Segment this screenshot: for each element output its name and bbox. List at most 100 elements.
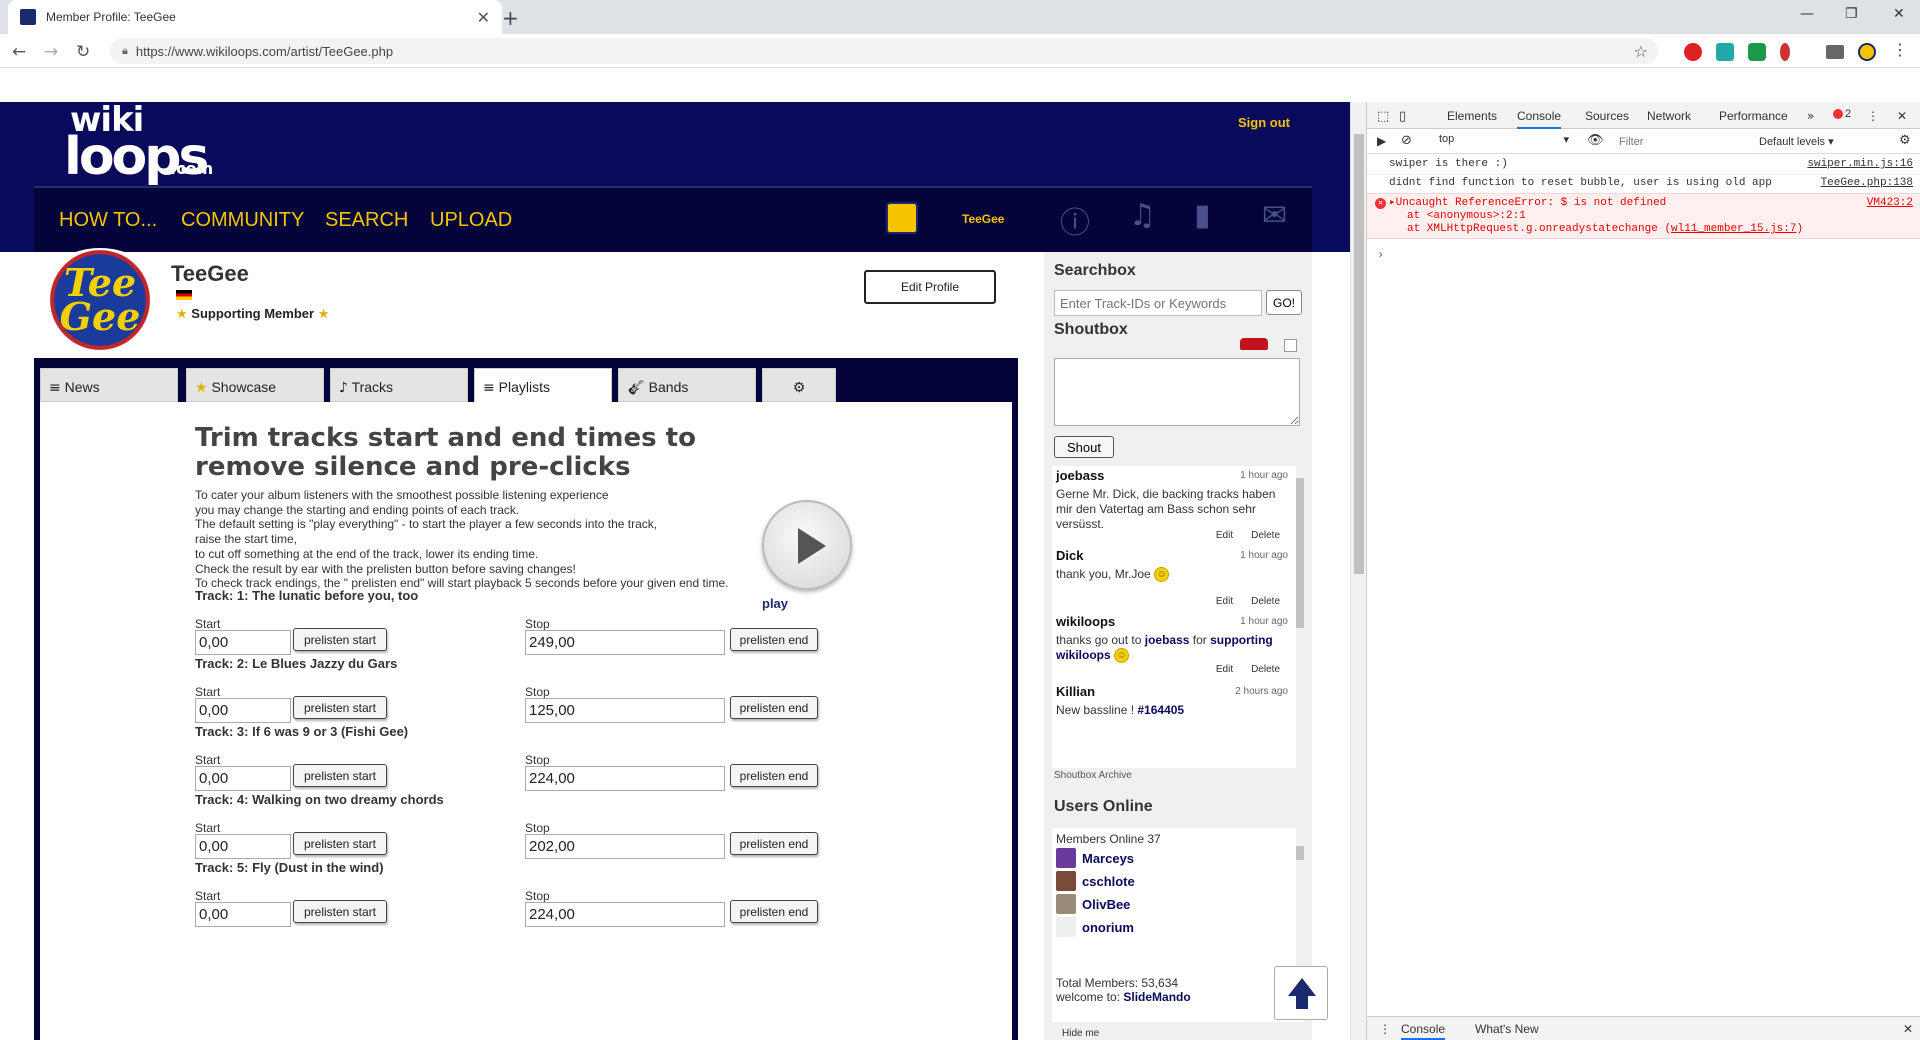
start-time-input[interactable] — [195, 698, 291, 723]
console-prompt[interactable]: › — [1377, 248, 1384, 262]
tab-console[interactable]: Console — [1517, 109, 1562, 129]
shout-textarea[interactable] — [1054, 358, 1300, 426]
prelisten-end-button[interactable]: prelisten end — [730, 764, 818, 787]
prelisten-start-button[interactable]: prelisten start — [293, 628, 387, 651]
tab-news[interactable]: ≡ News — [40, 368, 178, 402]
play-button[interactable] — [762, 500, 852, 590]
more-tabs-icon[interactable]: » — [1807, 109, 1814, 123]
tab-network[interactable]: Network — [1647, 109, 1691, 123]
mail-icon[interactable]: ✉ — [1262, 198, 1287, 233]
profile-avatar-icon[interactable] — [1858, 43, 1876, 61]
prelisten-end-button[interactable]: prelisten end — [730, 900, 818, 923]
scroll-to-top-button[interactable] — [1274, 966, 1328, 1020]
tab-sources[interactable]: Sources — [1585, 109, 1629, 123]
prelisten-start-button[interactable]: prelisten start — [293, 900, 387, 923]
prelisten-end-button[interactable]: prelisten end — [730, 832, 818, 855]
shout-mention[interactable]: joebass — [1145, 633, 1190, 647]
console-filter-input[interactable] — [1617, 133, 1747, 151]
minimize-icon[interactable]: — — [1800, 6, 1814, 22]
browser-tab[interactable]: Member Profile: TeeGee ✕ — [8, 0, 502, 34]
start-time-input[interactable] — [195, 766, 291, 791]
shout-edit-link[interactable]: Edit — [1216, 530, 1233, 541]
adblock-extension-icon[interactable] — [1684, 43, 1702, 61]
online-user[interactable]: cschlote — [1056, 871, 1135, 891]
prelisten-start-button[interactable]: prelisten start — [293, 832, 387, 855]
error-count-badge[interactable]: 2 — [1833, 108, 1851, 120]
sofa-icon[interactable] — [1240, 338, 1268, 350]
cast-icon[interactable] — [1826, 45, 1844, 59]
stack-source-link[interactable]: wl11_member_15.js:7 — [1671, 223, 1796, 235]
sidebar-toggle-icon[interactable]: ▶ — [1377, 134, 1386, 148]
nav-search[interactable]: SEARCH — [325, 209, 408, 232]
window-close-icon[interactable]: ✕ — [1893, 6, 1905, 22]
bookmark-icon[interactable]: ▮ — [1194, 198, 1211, 233]
address-bar[interactable]: 🔒︎ https://www.wikiloops.com/artist/TeeG… — [110, 38, 1658, 64]
clear-console-icon[interactable]: ⊘ — [1401, 133, 1412, 148]
nav-upload[interactable]: UPLOAD — [430, 209, 512, 232]
sign-out-link[interactable]: Sign out — [1238, 115, 1290, 130]
online-user[interactable]: onorium — [1056, 917, 1134, 937]
info-icon[interactable]: ⓘ — [1060, 198, 1090, 242]
reload-icon[interactable]: ↻ — [76, 42, 90, 62]
bookmark-star-icon[interactable]: ☆ — [1634, 42, 1648, 61]
forward-icon[interactable]: → — [44, 42, 58, 62]
track-link[interactable]: #164405 — [1137, 703, 1184, 717]
shout-delete-link[interactable]: Delete — [1251, 596, 1280, 607]
log-source-link[interactable]: TeeGee.php:138 — [1821, 177, 1913, 190]
devtools-close-icon[interactable]: ✕ — [1897, 109, 1907, 123]
log-levels-dropdown[interactable]: Default levels ▾ — [1759, 135, 1834, 148]
new-tab-icon[interactable]: + — [502, 6, 519, 30]
edit-profile-button[interactable]: Edit Profile — [864, 270, 996, 304]
welcome-user-link[interactable]: SlideMando — [1123, 990, 1190, 1004]
shout-delete-link[interactable]: Delete — [1251, 530, 1280, 541]
stop-time-input[interactable] — [525, 698, 725, 723]
error-message[interactable]: ▸Uncaught ReferenceError: $ is not defin… — [1389, 197, 1920, 210]
tab-close-icon[interactable]: ✕ — [477, 8, 490, 27]
console-settings-icon[interactable]: ⚙ — [1899, 133, 1911, 148]
shoutbox-archive-link[interactable]: Shoutbox Archive — [1054, 770, 1132, 781]
nav-howto[interactable]: HOW TO... — [59, 209, 157, 232]
music-note-icon[interactable]: ♫ — [1129, 198, 1156, 233]
wikiloops-logo[interactable]: wiki loops .com — [64, 103, 213, 183]
restore-icon[interactable]: ❐ — [1845, 6, 1858, 22]
scrollbar-thumb[interactable] — [1296, 478, 1304, 628]
tab-elements[interactable]: Elements — [1447, 109, 1497, 123]
shout-button[interactable]: Shout — [1054, 436, 1114, 458]
start-time-input[interactable] — [195, 834, 291, 859]
drawer-tab-console[interactable]: Console — [1401, 1022, 1446, 1040]
search-input[interactable] — [1054, 290, 1262, 316]
shield-extension-icon[interactable] — [1748, 43, 1766, 61]
eye-icon[interactable]: 👁︎ — [1587, 133, 1604, 148]
shout-edit-link[interactable]: Edit — [1216, 664, 1233, 675]
tab-playlists[interactable]: ≡ Playlists — [474, 368, 612, 402]
online-user[interactable]: Marceys — [1056, 848, 1134, 868]
prelisten-end-button[interactable]: prelisten end — [730, 696, 818, 719]
extension-icon[interactable] — [1780, 43, 1790, 61]
stop-time-input[interactable] — [525, 630, 725, 655]
scrollbar-thumb[interactable] — [1296, 846, 1304, 860]
shout-delete-link[interactable]: Delete — [1251, 664, 1280, 675]
shout-list[interactable]: joebass 1 hour ago Gerne Mr. Dick, die b… — [1052, 466, 1304, 768]
stop-time-input[interactable] — [525, 902, 725, 927]
nav-username[interactable]: TeeGee — [962, 212, 1004, 226]
users-scrollbar[interactable] — [1296, 828, 1304, 968]
browser-menu-icon[interactable]: ⋮ — [1892, 40, 1910, 59]
prelisten-start-button[interactable]: prelisten start — [293, 696, 387, 719]
error-source-link[interactable]: VM423:2 — [1867, 197, 1913, 210]
devtools-menu-icon[interactable]: ⋮ — [1867, 109, 1879, 123]
scrollbar-thumb[interactable] — [1354, 134, 1364, 574]
shout-scrollbar[interactable] — [1296, 466, 1304, 768]
context-selector[interactable]: top ▾ — [1437, 133, 1573, 151]
search-go-button[interactable]: GO! — [1266, 290, 1302, 315]
tab-showcase[interactable]: ★ Showcase — [186, 368, 324, 402]
tab-settings[interactable]: ⚙ — [762, 368, 836, 402]
inspect-icon[interactable]: ⬚ — [1377, 109, 1389, 124]
hide-me-link[interactable]: Hide me — [1062, 1028, 1099, 1039]
page-scrollbar[interactable] — [1350, 102, 1366, 1040]
start-time-input[interactable] — [195, 902, 291, 927]
stop-time-input[interactable] — [525, 766, 725, 791]
drawer-tab-whats-new[interactable]: What's New — [1475, 1022, 1539, 1036]
device-toggle-icon[interactable]: ▯ — [1399, 109, 1406, 124]
nav-community[interactable]: COMMUNITY — [181, 209, 304, 232]
tab-performance[interactable]: Performance — [1719, 109, 1788, 123]
